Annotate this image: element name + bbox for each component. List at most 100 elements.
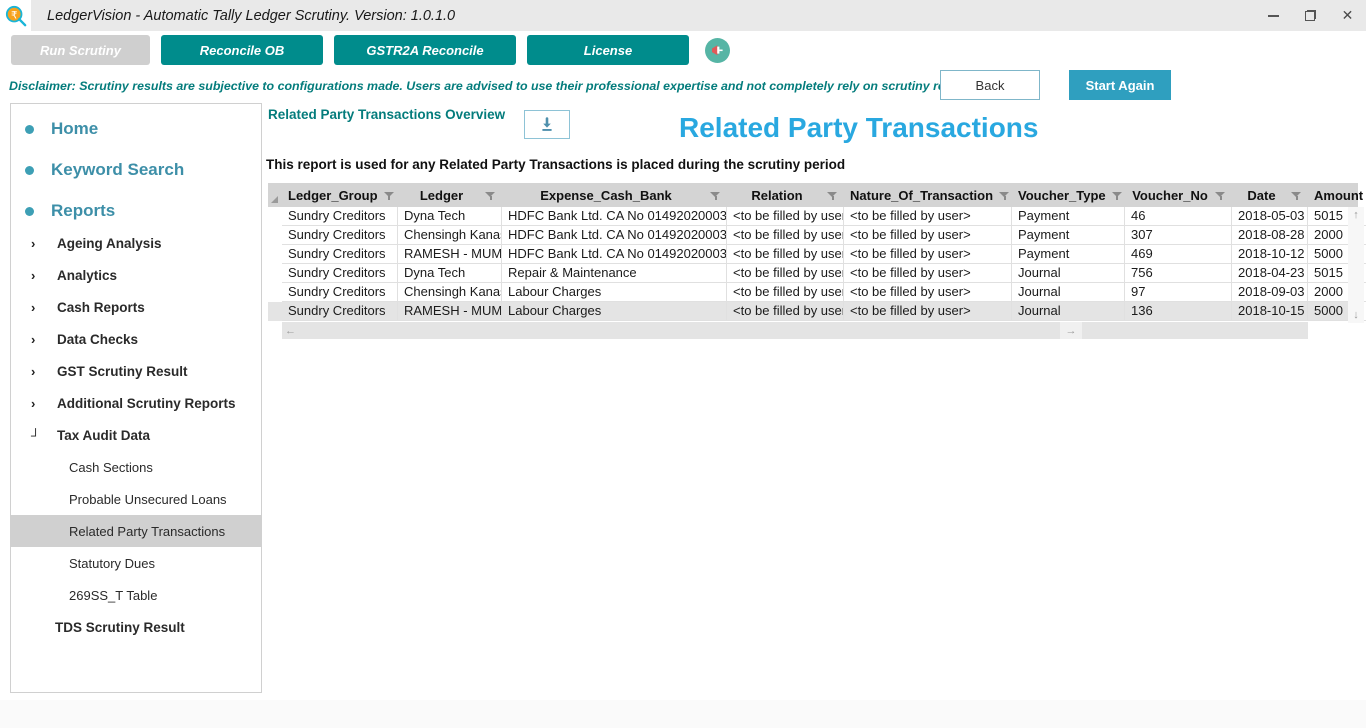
cell-ledger_group[interactable]: Sundry Creditors <box>282 207 398 226</box>
cell-voucher_type[interactable]: Payment <box>1012 207 1125 226</box>
sidebar-group-data-checks[interactable]: › Data Checks <box>11 323 261 355</box>
cell-ledger_group[interactable]: Sundry Creditors <box>282 302 398 321</box>
table-row[interactable]: Sundry CreditorsChensingh KanaseHDFC Ban… <box>268 226 1366 245</box>
cell-voucher_type[interactable]: Journal <box>1012 302 1125 321</box>
cell-voucher_type[interactable]: Journal <box>1012 283 1125 302</box>
cell-nature_of_transaction[interactable]: <to be filled by user> <box>844 264 1012 283</box>
cell-relation[interactable]: <to be filled by user> <box>727 302 844 321</box>
column-header-nature_of_transaction[interactable]: Nature_Of_Transaction <box>844 183 1012 207</box>
select-all-cell[interactable] <box>268 183 282 207</box>
sidebar-item-related-party-transactions[interactable]: Related Party Transactions <box>11 515 261 547</box>
cell-voucher_no[interactable]: 136 <box>1125 302 1232 321</box>
cell-relation[interactable]: <to be filled by user> <box>727 283 844 302</box>
start-again-button[interactable]: Start Again <box>1069 70 1171 100</box>
sidebar-group-ageing-analysis[interactable]: › Ageing Analysis <box>11 227 261 259</box>
cell-date[interactable]: 2018-09-03 <box>1232 283 1308 302</box>
sidebar-item-statutory-dues[interactable]: Statutory Dues <box>11 547 261 579</box>
cell-date[interactable]: 2018-10-12 <box>1232 245 1308 264</box>
cell-relation[interactable]: <to be filled by user> <box>727 207 844 226</box>
row-selector-cell[interactable] <box>268 283 282 302</box>
sidebar-group-analytics[interactable]: › Analytics <box>11 259 261 291</box>
cell-date[interactable]: 2018-05-03 <box>1232 207 1308 226</box>
gstr2a-reconcile-button[interactable]: GSTR2A Reconcile <box>334 35 516 65</box>
cell-ledger_group[interactable]: Sundry Creditors <box>282 245 398 264</box>
cell-ledger[interactable]: Dyna Tech <box>398 207 502 226</box>
cell-ledger[interactable]: RAMESH - MUMBAI <box>398 245 502 264</box>
cell-date[interactable]: 2018-10-15 <box>1232 302 1308 321</box>
cell-ledger_group[interactable]: Sundry Creditors <box>282 283 398 302</box>
column-header-date[interactable]: Date <box>1232 183 1308 207</box>
cell-voucher_no[interactable]: 469 <box>1125 245 1232 264</box>
row-selector-cell[interactable] <box>268 302 282 321</box>
filter-icon[interactable] <box>827 190 838 201</box>
cell-expense_cash_bank[interactable]: HDFC Bank Ltd. CA No 01492020003964 <box>502 207 727 226</box>
sidebar-group-cash-reports[interactable]: › Cash Reports <box>11 291 261 323</box>
sidebar-item-tds-scrutiny-result[interactable]: TDS Scrutiny Result <box>11 611 261 643</box>
scroll-down-button[interactable]: ↓ <box>1348 307 1364 323</box>
minimize-button[interactable] <box>1255 0 1292 31</box>
cell-ledger[interactable]: RAMESH - MUMBAI <box>398 302 502 321</box>
sidebar-group-tax-audit-data[interactable]: ┘ Tax Audit Data <box>11 419 261 451</box>
cell-date[interactable]: 2018-08-28 <box>1232 226 1308 245</box>
filter-icon[interactable] <box>383 190 395 201</box>
cell-ledger_group[interactable]: Sundry Creditors <box>282 264 398 283</box>
column-header-amount[interactable]: Amount <box>1308 183 1366 207</box>
cell-nature_of_transaction[interactable]: <to be filled by user> <box>844 207 1012 226</box>
maximize-button[interactable] <box>1292 0 1329 31</box>
row-selector-cell[interactable] <box>268 226 282 245</box>
sidebar-group-gst-scrutiny-result[interactable]: › GST Scrutiny Result <box>11 355 261 387</box>
cell-relation[interactable]: <to be filled by user> <box>727 226 844 245</box>
cell-date[interactable]: 2018-04-23 <box>1232 264 1308 283</box>
cell-voucher_no[interactable]: 756 <box>1125 264 1232 283</box>
sidebar-item-home[interactable]: Home <box>11 113 261 145</box>
license-button[interactable]: License <box>527 35 689 65</box>
scroll-right-button[interactable]: → <box>1060 322 1082 339</box>
cell-voucher_type[interactable]: Payment <box>1012 226 1125 245</box>
sidebar-item-cash-sections[interactable]: Cash Sections <box>11 451 261 483</box>
cell-nature_of_transaction[interactable]: <to be filled by user> <box>844 245 1012 264</box>
row-selector-cell[interactable] <box>268 264 282 283</box>
filter-icon[interactable] <box>999 190 1010 201</box>
announcement-button[interactable] <box>705 37 730 63</box>
cell-expense_cash_bank[interactable]: Labour Charges <box>502 302 727 321</box>
cell-ledger[interactable]: Chensingh Kanase <box>398 283 502 302</box>
sidebar-item-keyword-search[interactable]: Keyword Search <box>11 154 261 186</box>
cell-nature_of_transaction[interactable]: <to be filled by user> <box>844 302 1012 321</box>
cell-expense_cash_bank[interactable]: HDFC Bank Ltd. CA No 01492020003964 <box>502 245 727 264</box>
cell-voucher_no[interactable]: 46 <box>1125 207 1232 226</box>
table-row[interactable]: Sundry CreditorsRAMESH - MUMBAIHDFC Bank… <box>268 245 1366 264</box>
cell-relation[interactable]: <to be filled by user> <box>727 264 844 283</box>
cell-ledger[interactable]: Dyna Tech <box>398 264 502 283</box>
row-selector-cell[interactable] <box>268 245 282 264</box>
sidebar-item-probable-unsecured-loans[interactable]: Probable Unsecured Loans <box>11 483 261 515</box>
cell-voucher_no[interactable]: 97 <box>1125 283 1232 302</box>
scroll-left-button[interactable]: ← <box>282 322 299 339</box>
back-button[interactable]: Back <box>940 70 1040 100</box>
cell-ledger[interactable]: Chensingh Kanase <box>398 226 502 245</box>
cell-expense_cash_bank[interactable]: Labour Charges <box>502 283 727 302</box>
table-row[interactable]: Sundry Creditors Dyna Tech HDFC Bank Ltd. … <box>268 207 1366 226</box>
column-header-voucher_no[interactable]: Voucher_No <box>1125 183 1232 207</box>
close-button[interactable]: ✕ <box>1329 0 1366 31</box>
reconcile-ob-button[interactable]: Reconcile OB <box>161 35 323 65</box>
filter-icon[interactable] <box>485 190 496 201</box>
horizontal-scrollbar[interactable]: ← <box>282 322 1308 339</box>
sidebar-item-reports[interactable]: Reports <box>11 195 261 227</box>
column-header-expense_cash_bank[interactable]: Expense_Cash_Bank <box>502 183 727 207</box>
cell-voucher_no[interactable]: 307 <box>1125 226 1232 245</box>
run-scrutiny-button[interactable]: Run Scrutiny <box>11 35 150 65</box>
column-header-relation[interactable]: Relation <box>727 183 844 207</box>
filter-icon[interactable] <box>1291 190 1302 201</box>
filter-icon[interactable] <box>1215 190 1226 201</box>
column-header-voucher_type[interactable]: Voucher_Type <box>1012 183 1125 207</box>
table-row[interactable]: Sundry Creditors Dyna Tech Repair & Mainte… <box>268 264 1366 283</box>
vertical-scrollbar[interactable]: ↑ ↓ <box>1348 207 1364 323</box>
cell-expense_cash_bank[interactable]: Repair & Maintenance <box>502 264 727 283</box>
table-row[interactable]: Sundry CreditorsRAMESH - MUMBAILabour Ch… <box>268 302 1366 321</box>
cell-relation[interactable]: <to be filled by user> <box>727 245 844 264</box>
row-selector-cell[interactable] <box>268 207 282 226</box>
cell-voucher_type[interactable]: Payment <box>1012 245 1125 264</box>
column-header-ledger_group[interactable]: Ledger_Group <box>282 183 398 207</box>
cell-voucher_type[interactable]: Journal <box>1012 264 1125 283</box>
sidebar-group-additional-scrutiny-reports[interactable]: › Additional Scrutiny Reports <box>11 387 261 419</box>
